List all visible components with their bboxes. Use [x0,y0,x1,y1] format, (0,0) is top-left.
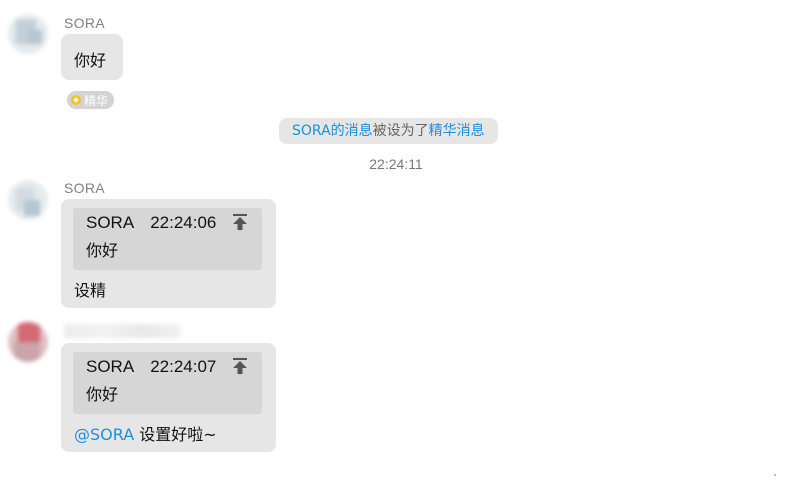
mention-link[interactable]: @SORA [74,425,134,444]
arrow-up-to-top-icon[interactable] [232,357,248,375]
diamond-badge-icon [71,95,81,105]
essence-badge[interactable]: 精华 [67,91,115,109]
system-notice: SORA的消息被设为了精华消息 [279,118,498,144]
quote-author: SORA [86,357,135,376]
notice-text: 被设为了 [372,123,429,139]
message-text: @SORA 设置好啦~ [74,421,217,445]
timestamp: 22:24:11 [369,156,423,172]
quote-header: SORA 22:24:06 [86,213,216,233]
quote-text: 你好 [86,385,119,404]
avatar[interactable] [8,322,48,362]
notice-essence-link[interactable]: 精华消息 [429,123,485,139]
message-bubble[interactable]: SORA 22:24:07 你好 @SORA 设置好啦~ [61,343,276,452]
quote-time: 22:24:07 [150,357,217,376]
avatar[interactable] [8,180,48,220]
sender-name[interactable]: SORA [64,180,105,196]
sender-name-blurred[interactable] [64,324,180,338]
message-text: 设精 [74,281,107,300]
quote-header: SORA 22:24:07 [86,357,216,377]
avatar[interactable] [8,14,48,54]
sender-name[interactable]: SORA [64,15,105,31]
essence-badge-label: 精华 [84,93,109,108]
message-bubble[interactable]: 你好 [61,34,123,80]
reply-quote[interactable]: SORA 22:24:07 你好 [73,352,262,414]
arrow-up-to-top-icon[interactable] [232,213,248,231]
notice-message-link[interactable]: SORA的消息 [292,123,373,139]
message-text: 你好 [74,51,107,70]
quote-author: SORA [86,213,135,232]
message-body: 设置好啦~ [139,425,217,444]
corner-dot [774,474,776,476]
reply-quote[interactable]: SORA 22:24:06 你好 [73,208,262,270]
quote-text: 你好 [86,241,119,260]
message-bubble[interactable]: SORA 22:24:06 你好 设精 [61,199,276,308]
quote-time: 22:24:06 [150,213,217,232]
